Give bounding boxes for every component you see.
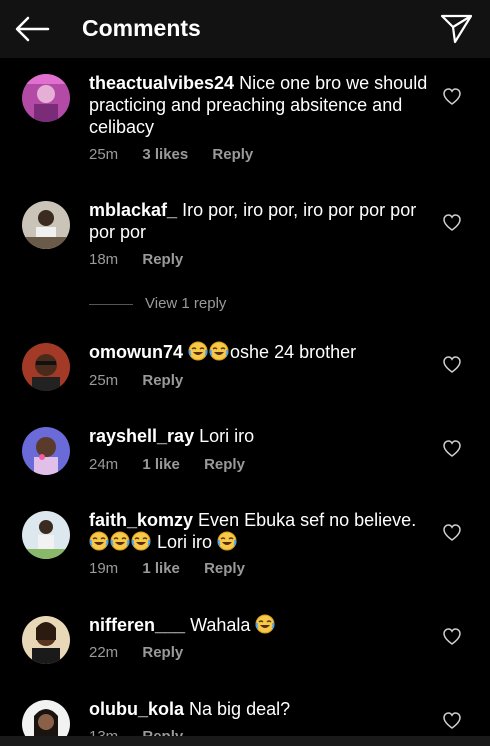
avatar[interactable] — [22, 74, 70, 122]
likes-count[interactable]: 3 likes — [142, 146, 188, 164]
reply-button[interactable]: Reply — [142, 251, 183, 269]
avatar[interactable] — [22, 201, 70, 249]
comment-text: rayshell_ray Lori iro — [89, 426, 255, 446]
heart-icon[interactable] — [443, 524, 461, 541]
comment-meta: 19m 1 like Reply — [89, 560, 265, 578]
heart-icon[interactable] — [443, 214, 461, 231]
comment-text: faith_komzy Even Ebuka sef no believe. L… — [89, 510, 417, 552]
send-icon[interactable] — [440, 12, 474, 44]
avatar[interactable] — [22, 616, 70, 664]
comment-meta: 18m Reply — [89, 251, 203, 269]
comment-time: 24m — [89, 456, 119, 473]
reply-button[interactable]: Reply — [204, 456, 245, 474]
heart-icon[interactable] — [443, 712, 461, 729]
comment-username[interactable]: theactualvibes24 — [89, 73, 234, 93]
divider — [89, 303, 133, 305]
comment-username[interactable]: olubu_kola — [89, 699, 184, 719]
back-arrow-icon[interactable] — [14, 13, 50, 45]
comment-text: omowun74 oshe 24 brother — [89, 341, 357, 362]
laughing-emoji-icon — [188, 341, 209, 361]
reply-button[interactable]: Reply — [142, 644, 183, 662]
comment-list: theactualvibes24 Nice one bro we should … — [0, 58, 490, 746]
reply-button[interactable]: Reply — [212, 146, 253, 164]
comment-text: olubu_kola Na big deal? — [89, 699, 291, 719]
comment-text: theactualvibes24 Nice one bro we should … — [89, 73, 428, 137]
laughing-emoji-icon — [209, 341, 230, 361]
bottom-bar — [0, 736, 490, 746]
reply-button[interactable]: Reply — [204, 560, 245, 578]
comment-time: 18m — [89, 251, 119, 268]
avatar[interactable] — [22, 343, 70, 391]
page-title: Comments — [82, 15, 201, 41]
comment-time: 22m — [89, 644, 119, 661]
comment-time: 25m — [89, 146, 119, 163]
comment-time: 25m — [89, 372, 119, 389]
laughing-emoji-icon — [89, 531, 109, 551]
comment-meta: 25m 3 likes Reply — [89, 146, 273, 164]
comment-meta: 22m Reply — [89, 644, 203, 662]
comment-text: mblackaf_ Iro por, iro por, iro por por … — [89, 200, 417, 242]
comment-text: nifferen___ Wahala — [89, 614, 429, 636]
heart-icon[interactable] — [443, 628, 461, 645]
heart-icon[interactable] — [443, 356, 461, 373]
comment-username[interactable]: omowun74 — [89, 342, 183, 362]
comment-username[interactable]: mblackaf_ — [89, 200, 177, 220]
view-replies-button[interactable]: View 1 reply — [89, 295, 226, 312]
comment-time: 19m — [89, 560, 119, 577]
comment-meta: 24m 1 like Reply — [89, 456, 265, 474]
top-bar: Comments — [0, 0, 490, 58]
comment-username[interactable]: faith_komzy — [89, 510, 193, 530]
laughing-emoji-icon — [255, 614, 276, 634]
laughing-emoji-icon — [217, 531, 238, 551]
heart-icon[interactable] — [443, 440, 461, 457]
laughing-emoji-icon — [131, 531, 151, 551]
comment-username[interactable]: nifferen___ — [89, 615, 185, 635]
reply-button[interactable]: Reply — [142, 372, 183, 390]
avatar[interactable] — [22, 511, 70, 559]
comment-username[interactable]: rayshell_ray — [89, 426, 194, 446]
comment-meta: 25m Reply — [89, 372, 203, 390]
laughing-emoji-icon — [110, 531, 130, 551]
heart-icon[interactable] — [443, 88, 461, 105]
avatar[interactable] — [22, 427, 70, 475]
likes-count[interactable]: 1 like — [142, 560, 180, 578]
likes-count[interactable]: 1 like — [142, 456, 180, 474]
